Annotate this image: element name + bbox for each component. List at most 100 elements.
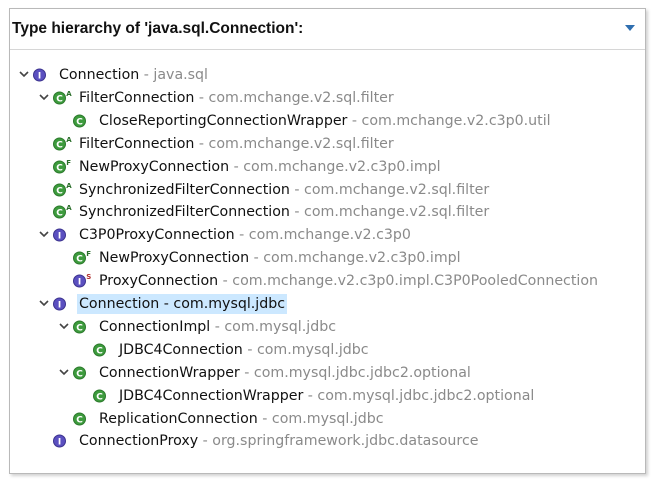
tree-row[interactable]: C F NewProxyConnection - com.mchange.v2.… (10, 247, 645, 269)
package-name: - com.mchange.v2.c3p0.impl (229, 158, 441, 175)
svg-text:I: I (38, 71, 41, 81)
svg-text:I: I (58, 232, 61, 242)
chevron-down-icon[interactable] (18, 68, 30, 80)
popup-title: Type hierarchy of 'java.sql.Connection': (12, 20, 304, 37)
tree-item-label[interactable]: SynchronizedFilterConnection - com.mchan… (77, 202, 491, 222)
type-name: C3P0ProxyConnection (79, 227, 235, 244)
svg-text:C: C (76, 415, 83, 425)
view-menu-button[interactable] (623, 22, 637, 34)
package-name: - com.mysql.jdbc.jdbc2.optional (303, 387, 535, 404)
tree-row[interactable]: C JDBC4Connection - com.mysql.jdbc (10, 339, 645, 361)
tree-row[interactable]: I S ProxyConnection - com.mchange.v2.c3p… (10, 270, 645, 292)
package-name: - com.mchange.v2.c3p0.impl.C3P0PooledCon… (218, 273, 599, 290)
tree-row[interactable]: I C3P0ProxyConnection - com.mchange.v2.c… (10, 224, 645, 246)
chevron-down-icon[interactable] (38, 91, 50, 103)
tree-row[interactable]: C F NewProxyConnection - com.mchange.v2.… (10, 156, 645, 178)
tree-item-label[interactable]: FilterConnection - com.mchange.v2.sql.fi… (77, 134, 396, 154)
tree-item-label[interactable]: ConnectionImpl - com.mysql.jdbc (97, 317, 338, 337)
chevron-down-icon[interactable] (38, 228, 50, 240)
chevron-down-icon[interactable] (58, 320, 70, 332)
type-name: NewProxyConnection (79, 158, 230, 175)
tree-row[interactable]: I ConnectionProxy - org.springframework.… (10, 430, 645, 452)
svg-text:F: F (66, 159, 71, 167)
svg-text:C: C (56, 186, 63, 196)
class-icon: C (92, 387, 112, 405)
tree-row[interactable]: C A SynchronizedFilterConnection - com.m… (10, 179, 645, 201)
tree-item-label[interactable]: NewProxyConnection - com.mchange.v2.c3p0… (97, 248, 463, 268)
tree-item-label[interactable]: JDBC4ConnectionWrapper - com.mysql.jdbc.… (117, 386, 536, 406)
package-name: - com.mysql.jdbc (159, 296, 286, 312)
tree-row[interactable]: C ConnectionImpl - com.mysql.jdbc (10, 316, 645, 338)
svg-text:I: I (78, 277, 81, 287)
static-interface-icon: I S (72, 272, 92, 290)
type-name: FilterConnection (79, 135, 195, 152)
svg-text:C: C (76, 117, 83, 127)
tree-row[interactable]: C ConnectionWrapper - com.mysql.jdbc.jdb… (10, 362, 645, 384)
abstract-class-icon: C A (52, 181, 72, 199)
type-name: NewProxyConnection (99, 250, 250, 267)
svg-text:I: I (58, 438, 61, 448)
package-name: - com.mysql.jdbc (242, 341, 369, 358)
svg-text:C: C (96, 392, 103, 402)
tree-row[interactable]: I Connection - com.mysql.jdbc (10, 293, 645, 315)
type-hierarchy-popup: Type hierarchy of 'java.sql.Connection':… (9, 8, 646, 474)
chevron-down-icon[interactable] (58, 366, 70, 378)
package-name: - com.mchange.v2.c3p0.util (347, 112, 551, 129)
tree-row[interactable]: C ReplicationConnection - com.mysql.jdbc (10, 408, 645, 430)
abstract-class-icon: C A (52, 135, 72, 153)
tree-item-label[interactable]: ConnectionProxy - org.springframework.jd… (77, 431, 480, 451)
dropdown-triangle-icon (625, 25, 635, 31)
tree-item-label[interactable]: Connection - java.sql (57, 65, 210, 85)
tree-item-label[interactable]: ReplicationConnection - com.mysql.jdbc (97, 409, 386, 429)
tree-row[interactable]: C JDBC4ConnectionWrapper - com.mysql.jdb… (10, 385, 645, 407)
type-name: ProxyConnection (99, 273, 219, 290)
tree-item-label[interactable]: FilterConnection - com.mchange.v2.sql.fi… (77, 88, 396, 108)
svg-text:I: I (58, 300, 61, 310)
svg-text:C: C (56, 94, 63, 104)
type-name: SynchronizedFilterConnection (79, 181, 290, 198)
package-name: - java.sql (139, 67, 208, 83)
tree-row[interactable]: C A SynchronizedFilterConnection - com.m… (10, 201, 645, 223)
tree-item-label[interactable]: ConnectionWrapper - com.mysql.jdbc.jdbc2… (97, 363, 473, 383)
svg-text:C: C (76, 255, 83, 265)
abstract-class-icon: C A (52, 203, 72, 221)
svg-text:C: C (76, 323, 83, 333)
svg-text:C: C (56, 163, 63, 173)
type-name: SynchronizedFilterConnection (79, 204, 290, 221)
svg-text:A: A (66, 182, 72, 190)
type-name: ReplicationConnection (99, 410, 258, 427)
tree-item-label[interactable]: SynchronizedFilterConnection - com.mchan… (77, 180, 491, 200)
interface-icon: I (52, 226, 72, 244)
interface-icon: I (52, 432, 72, 450)
type-name: FilterConnection (79, 89, 195, 106)
tree-row[interactable]: C A FilterConnection - com.mchange.v2.sq… (10, 87, 645, 109)
final-class-icon: C F (72, 249, 92, 267)
tree-row[interactable]: I Connection - java.sql (10, 64, 645, 86)
package-name: - com.mchange.v2.c3p0.impl (249, 250, 461, 267)
chevron-down-icon[interactable] (38, 297, 50, 309)
type-name: Connection (59, 67, 140, 83)
svg-text:C: C (56, 209, 63, 219)
tree-row[interactable]: C A FilterConnection - com.mchange.v2.sq… (10, 133, 645, 155)
svg-text:A: A (66, 90, 72, 98)
type-name: ConnectionWrapper (99, 364, 240, 381)
package-name: - com.mchange.v2.sql.filter (194, 135, 394, 152)
tree-item-label[interactable]: ProxyConnection - com.mchange.v2.c3p0.im… (97, 271, 600, 291)
svg-text:C: C (96, 346, 103, 356)
tree-item-label[interactable]: C3P0ProxyConnection - com.mchange.v2.c3p… (77, 225, 413, 245)
svg-text:S: S (86, 273, 91, 281)
type-name: JDBC4Connection (119, 341, 243, 358)
class-icon: C (92, 341, 112, 359)
type-name: ConnectionImpl (99, 318, 211, 335)
tree-item-label[interactable]: JDBC4Connection - com.mysql.jdbc (117, 340, 371, 360)
type-name: Connection (79, 296, 160, 312)
interface-icon: I (52, 295, 72, 313)
svg-text:A: A (66, 204, 72, 212)
svg-text:A: A (66, 136, 72, 144)
tree-item-label[interactable]: CloseReportingConnectionWrapper - com.mc… (97, 111, 553, 131)
package-name: - com.mchange.v2.c3p0 (234, 227, 411, 244)
package-name: - org.springframework.jdbc.datasource (198, 433, 479, 450)
tree-row[interactable]: C CloseReportingConnectionWrapper - com.… (10, 110, 645, 132)
tree-item-label[interactable]: NewProxyConnection - com.mchange.v2.c3p0… (77, 157, 443, 177)
tree-item-label[interactable]: Connection - com.mysql.jdbc (77, 294, 288, 314)
